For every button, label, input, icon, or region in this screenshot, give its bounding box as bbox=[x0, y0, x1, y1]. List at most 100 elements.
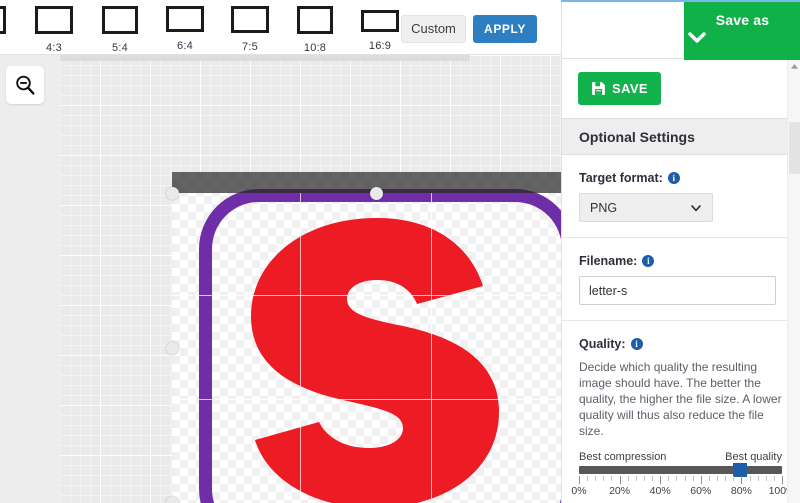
ratio-label: 4:3 bbox=[46, 42, 62, 54]
chevron-down-icon bbox=[688, 32, 706, 43]
slider-tick-minor bbox=[611, 476, 613, 481]
slider-end-labels: Best compression Best quality bbox=[579, 451, 782, 463]
slider-tick-minor bbox=[733, 476, 735, 481]
save-as-button[interactable]: Save as bbox=[684, 2, 800, 60]
target-format-value: PNG bbox=[590, 200, 618, 215]
slider-right-label: Best quality bbox=[725, 451, 782, 463]
scroll-up-arrow-icon[interactable] bbox=[788, 60, 800, 73]
ratio-label: 6:4 bbox=[177, 40, 193, 52]
ratio-label: 7:5 bbox=[242, 41, 258, 53]
ratio-label: 16:9 bbox=[368, 40, 392, 52]
slider-tick-minor bbox=[652, 476, 654, 481]
save-as-label: Save as bbox=[715, 12, 770, 28]
ratio-box-icon bbox=[231, 6, 269, 33]
slider-tick-minor bbox=[692, 476, 694, 481]
filename-input[interactable] bbox=[579, 276, 776, 305]
ratio-box-icon bbox=[166, 6, 204, 32]
quality-description: Decide which quality the resulting image… bbox=[579, 360, 782, 438]
slider-tick-minor bbox=[627, 476, 629, 481]
save-as-bar: Save as bbox=[562, 0, 800, 60]
slider-tick-major bbox=[782, 476, 783, 484]
slider-scale-label: 60% bbox=[690, 485, 712, 497]
ratio-box-icon bbox=[297, 6, 333, 34]
ratio-option-10-8[interactable]: 10:8 bbox=[286, 4, 344, 54]
target-format-label: Target format: bbox=[579, 171, 663, 185]
ratio-option-4-3[interactable]: 4:3 bbox=[25, 4, 83, 54]
canvas-left-padding bbox=[0, 55, 60, 503]
slider-tick-minor bbox=[757, 476, 759, 481]
zoom-out-button[interactable] bbox=[6, 66, 44, 104]
slider-tick-minor bbox=[635, 476, 637, 481]
ratio-option-6-4[interactable]: 6:4 bbox=[156, 4, 214, 52]
ratio-option-7-5[interactable]: 7:5 bbox=[221, 4, 279, 53]
ratio-option-5-4[interactable]: 5:4 bbox=[91, 4, 149, 54]
crop-handle-middle-left[interactable] bbox=[166, 342, 179, 355]
ratio-box-icon bbox=[102, 6, 138, 34]
quality-slider-ticks bbox=[579, 476, 783, 484]
slider-tick-major bbox=[700, 476, 702, 484]
panel-scrollbar[interactable] bbox=[787, 60, 800, 503]
quality-slider-scale: 0% 20% 40% 60% 80% 100% bbox=[571, 485, 795, 499]
slider-tick-minor bbox=[643, 476, 645, 481]
slider-tick-major bbox=[660, 476, 662, 484]
save-button-label: SAVE bbox=[611, 81, 649, 96]
quality-slider-thumb[interactable] bbox=[733, 463, 748, 477]
crop-handle-top-left[interactable] bbox=[166, 187, 179, 200]
slider-tick-minor bbox=[587, 476, 589, 481]
crop-handle-bottom-left[interactable] bbox=[166, 496, 179, 503]
ratio-label: 10:8 bbox=[303, 42, 327, 54]
slider-tick-major bbox=[741, 476, 743, 484]
edited-image[interactable] bbox=[172, 172, 561, 503]
filename-label-row: Filename: i bbox=[579, 254, 784, 268]
slider-left-label: Best compression bbox=[579, 451, 667, 463]
slider-scale-label: 40% bbox=[649, 485, 671, 497]
save-row: SAVE bbox=[562, 60, 800, 118]
slider-tick-minor bbox=[595, 476, 597, 481]
letter-s-glyph bbox=[251, 218, 499, 503]
panel-top-accent bbox=[561, 0, 800, 2]
settings-panel: Save as SAVE Optional Settings Target fo… bbox=[561, 0, 800, 503]
slider-tick-minor bbox=[684, 476, 686, 481]
editor-side: 4:3 5:4 6:4 7:5 10:8 16:9 Custom APPLY bbox=[0, 0, 561, 503]
aspect-ratio-toolbar: 4:3 5:4 6:4 7:5 10:8 16:9 Custom APPLY bbox=[0, 0, 561, 55]
zoom-out-magnifier-icon bbox=[16, 75, 35, 95]
filename-section: Filename: i bbox=[562, 238, 800, 321]
image-editor-app: 4:3 5:4 6:4 7:5 10:8 16:9 Custom APPLY S… bbox=[0, 0, 800, 503]
slider-scale-label: 20% bbox=[609, 485, 631, 497]
slider-tick-minor bbox=[717, 476, 719, 481]
slider-tick-minor bbox=[603, 476, 605, 481]
slider-tick-minor bbox=[749, 476, 751, 481]
canvas-area[interactable] bbox=[0, 55, 561, 503]
apply-button[interactable]: APPLY bbox=[473, 15, 537, 43]
slider-tick-major bbox=[619, 476, 621, 484]
info-icon[interactable]: i bbox=[642, 255, 655, 267]
quality-slider-track[interactable] bbox=[579, 463, 782, 477]
target-format-select[interactable]: PNG bbox=[579, 193, 713, 222]
optional-settings-header: Optional Settings bbox=[562, 118, 800, 155]
chevron-down-icon bbox=[691, 205, 701, 212]
ratio-option-partial[interactable] bbox=[0, 4, 16, 52]
ratio-box-icon bbox=[35, 6, 73, 34]
slider-tick-minor bbox=[765, 476, 767, 481]
info-icon[interactable]: i bbox=[667, 172, 680, 184]
slider-tick-minor bbox=[708, 476, 710, 481]
slider-scale-label: 0% bbox=[571, 485, 587, 497]
custom-ratio-button[interactable]: Custom bbox=[401, 15, 466, 43]
slider-tick-major bbox=[579, 476, 580, 484]
floppy-disk-icon bbox=[592, 82, 605, 95]
target-format-label-row: Target format: i bbox=[579, 171, 784, 185]
slider-tick-minor bbox=[725, 476, 727, 481]
ratio-box-icon bbox=[0, 6, 6, 34]
caret-up-icon bbox=[791, 64, 798, 69]
crop-handle-top-center[interactable] bbox=[370, 187, 383, 200]
ratio-box-icon bbox=[361, 10, 399, 32]
slider-scale-label: 80% bbox=[730, 485, 752, 497]
panel-scrollbar-thumb[interactable] bbox=[789, 122, 800, 174]
save-button[interactable]: SAVE bbox=[578, 72, 661, 105]
settings-scroll-region[interactable]: SAVE Optional Settings Target format: i … bbox=[562, 60, 800, 503]
ratio-label: 5:4 bbox=[112, 42, 128, 54]
info-icon[interactable]: i bbox=[630, 338, 643, 350]
target-format-section: Target format: i PNG bbox=[562, 155, 800, 238]
slider-tick-minor bbox=[668, 476, 670, 481]
quality-section: Quality: i Decide which quality the resu… bbox=[562, 321, 800, 503]
